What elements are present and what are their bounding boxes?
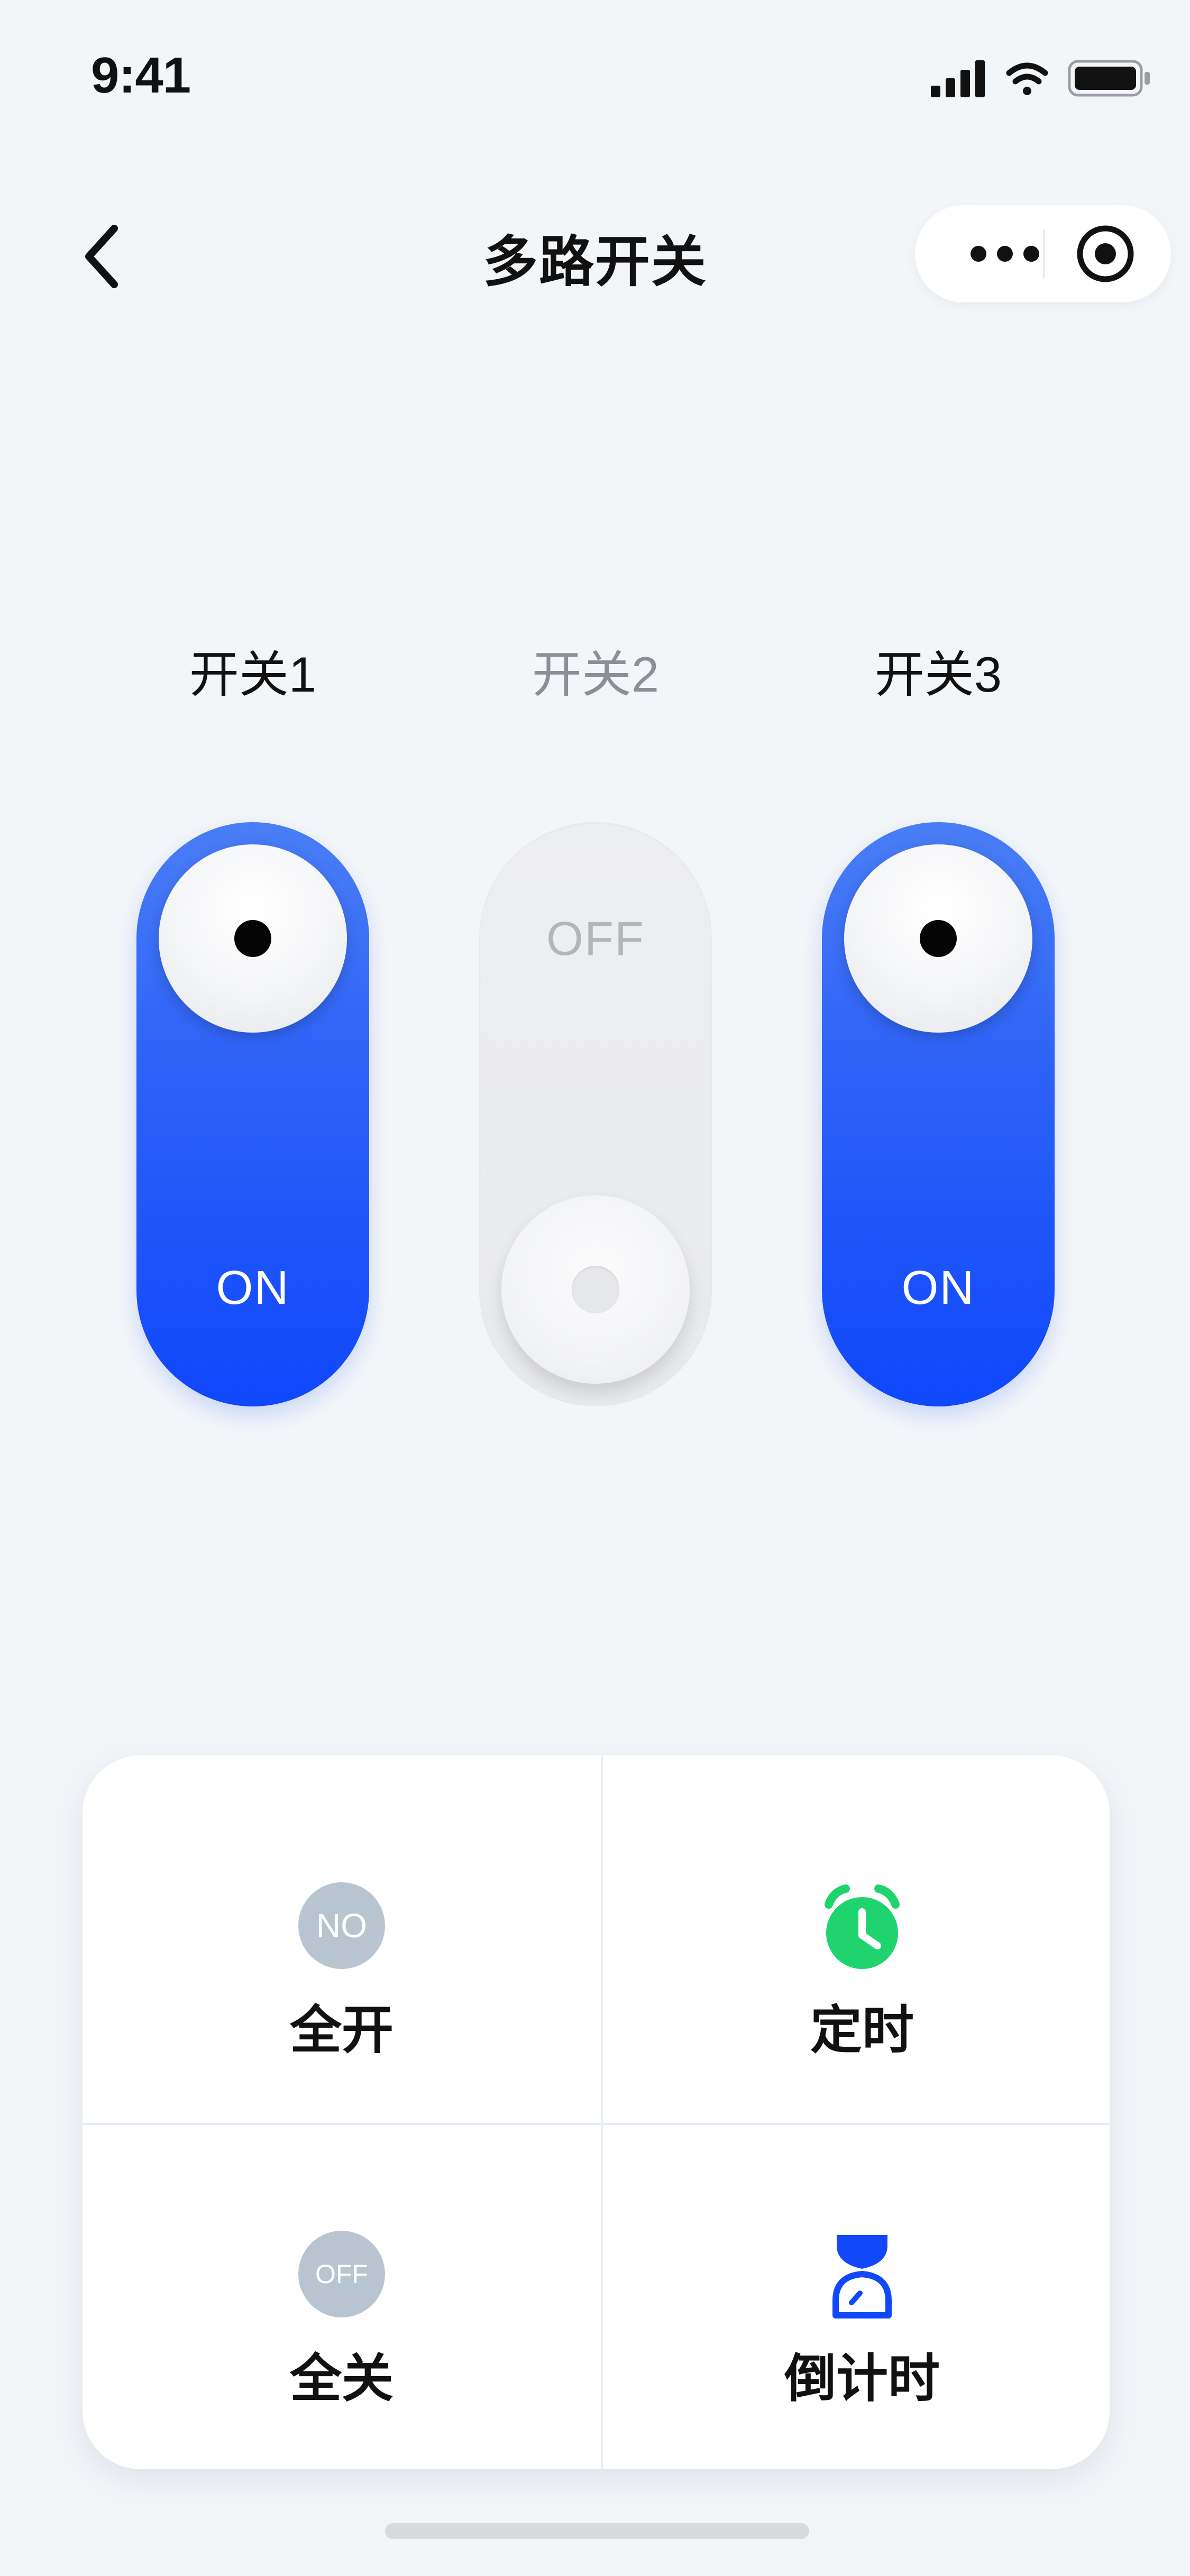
power-off-badge-icon: OFF (298, 2231, 385, 2317)
switch-1-toggle[interactable]: ON (136, 822, 369, 1406)
battery-icon (1068, 60, 1150, 97)
switch-3-toggle[interactable]: ON (822, 822, 1055, 1406)
capsule-divider (1043, 229, 1045, 278)
status-time: 9:41 (91, 47, 191, 104)
status-icons (931, 60, 1150, 97)
switch-knob[interactable] (159, 844, 347, 1033)
switch-knob[interactable] (501, 1195, 690, 1384)
switch-1-label: 开关1 (189, 647, 317, 702)
all-off-label: 全关 (289, 2349, 393, 2407)
wifi-icon (1006, 62, 1048, 95)
switch-2-toggle[interactable]: OFF (479, 822, 712, 1406)
all-on-button[interactable]: NO 全开 (83, 1755, 601, 2123)
timer-label: 定时 (810, 2001, 914, 2059)
signal-icon (931, 60, 985, 97)
switch-state-text: ON (901, 1262, 975, 1314)
switch-state-text: OFF (546, 913, 645, 965)
all-off-button[interactable]: OFF 全关 (83, 2125, 601, 2469)
timer-button[interactable]: 定时 (603, 1755, 1110, 2123)
home-indicator[interactable] (385, 2523, 809, 2539)
hourglass-icon (832, 2235, 892, 2319)
close-target-icon[interactable] (1074, 222, 1137, 286)
switch-state-text: ON (216, 1262, 290, 1314)
power-on-badge-icon: NO (298, 1882, 385, 1969)
switch-3-label: 开关3 (874, 647, 1002, 702)
more-menu-icon[interactable] (952, 205, 1058, 302)
switch-knob[interactable] (844, 844, 1032, 1033)
mini-program-capsule (915, 205, 1171, 302)
switch-2-label: 开关2 (532, 647, 660, 702)
all-on-label: 全开 (289, 2001, 393, 2059)
alarm-clock-icon (825, 1884, 900, 1969)
countdown-label: 倒计时 (784, 2349, 940, 2407)
action-panel: NO 全开 定时 OFF 全关 倒计时 (83, 1755, 1110, 2469)
countdown-button[interactable]: 倒计时 (603, 2125, 1110, 2469)
